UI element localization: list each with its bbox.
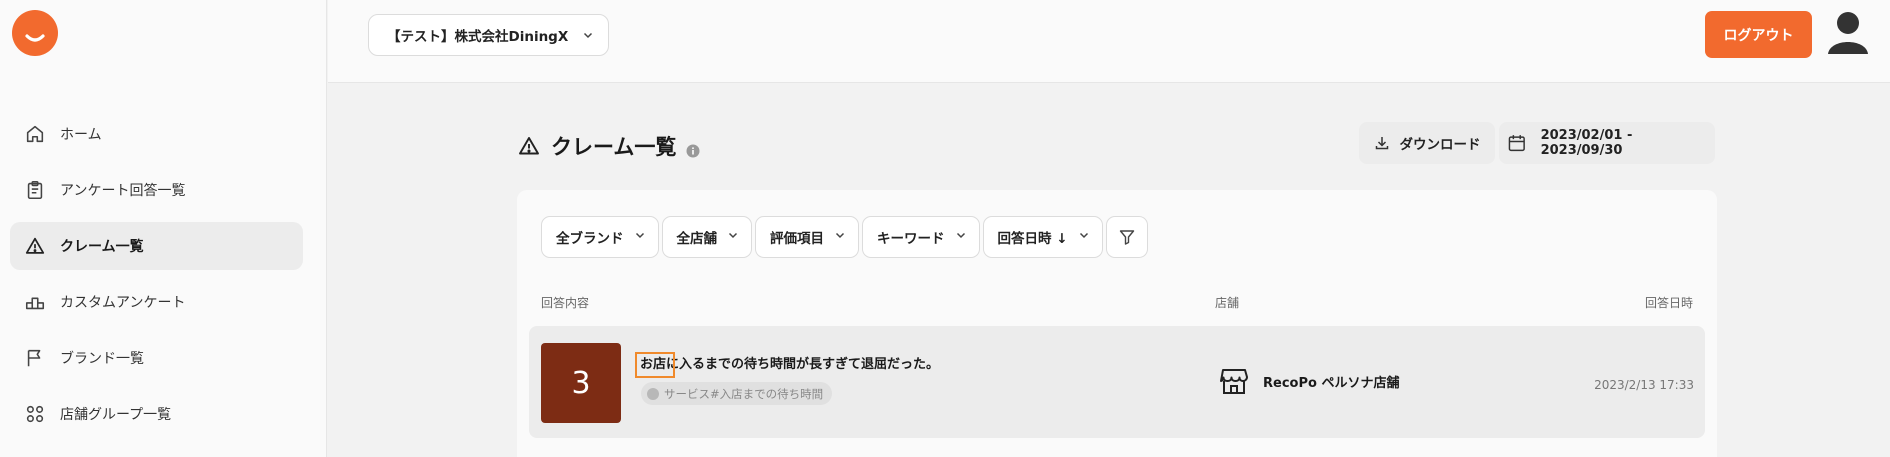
filter-button[interactable]	[1105, 216, 1148, 258]
column-header-store: 店舗	[1215, 296, 1240, 310]
date-range-picker[interactable]: 2023/02/01 - 2023/09/30	[1499, 122, 1715, 164]
warning-icon	[24, 235, 46, 257]
score-badge: 3	[541, 343, 621, 423]
sidebar-item-home[interactable]: ホーム	[10, 110, 303, 158]
column-header-content: 回答内容	[541, 296, 590, 310]
download-icon	[1375, 137, 1388, 150]
page-title-text: クレーム一覧	[551, 135, 677, 159]
table-row[interactable]: 3 お店に入るまでの待ち時間が長すぎて退屈だった。 サービス#入店までの待ち時間…	[529, 326, 1705, 438]
funnel-icon	[1119, 230, 1134, 245]
company-name: 【テスト】株式会社DiningX	[387, 29, 569, 45]
complaints-card: 全ブランド 全店舗 評価項目 キーワード 回答日時 ↓ 回答内容 店舗 回答日時…	[517, 190, 1717, 457]
chevron-down-icon	[727, 229, 739, 245]
sidebar-item-label: ブランド一覧	[60, 351, 144, 367]
header: 【テスト】株式会社DiningX ログアウト	[328, 0, 1890, 83]
sidebar-item-custom-survey[interactable]: カスタムアンケート	[10, 278, 303, 326]
store-name: RecoPo ペルソナ店舗	[1263, 375, 1400, 391]
filter-rating-item[interactable]: 評価項目	[755, 216, 859, 258]
sidebar-item-label: ホーム	[60, 127, 102, 143]
sidebar: ホーム アンケート回答一覧 クレーム一覧 カスタムアンケート ブランド一覧 店舗…	[0, 0, 327, 457]
filter-label: キーワード	[877, 231, 945, 247]
chevron-down-icon	[582, 29, 594, 45]
podium-icon	[24, 291, 46, 313]
filter-brand[interactable]: 全ブランド	[541, 216, 659, 258]
warning-icon	[517, 134, 541, 158]
sidebar-item-label: アンケート回答一覧	[60, 183, 186, 199]
chevron-down-icon	[955, 229, 967, 245]
sidebar-nav: ホーム アンケート回答一覧 クレーム一覧 カスタムアンケート ブランド一覧 店舗…	[10, 110, 303, 446]
category-tag-label: サービス#入店までの待ち時間	[664, 386, 824, 401]
chevron-down-icon	[834, 229, 846, 245]
sidebar-item-brands[interactable]: ブランド一覧	[10, 334, 303, 382]
filter-store[interactable]: 全店舗	[661, 216, 752, 258]
comment-text: お店に入るまでの待ち時間が長すぎて退屈だった。	[640, 357, 940, 372]
filter-label: 全店舗	[676, 231, 718, 247]
chevron-down-icon	[634, 229, 646, 245]
app-logo[interactable]	[12, 10, 58, 56]
sidebar-item-label: カスタムアンケート	[60, 295, 186, 311]
download-label: ダウンロード	[1399, 137, 1481, 153]
calendar-icon	[1508, 135, 1525, 152]
grid-icon	[24, 403, 46, 425]
sidebar-item-complaints[interactable]: クレーム一覧	[10, 222, 303, 270]
info-icon[interactable]	[686, 139, 700, 158]
download-button[interactable]: ダウンロード	[1359, 122, 1495, 164]
sidebar-item-survey-responses[interactable]: アンケート回答一覧	[10, 166, 303, 214]
page-title: クレーム一覧	[517, 131, 700, 161]
keyword-highlight	[635, 352, 675, 378]
date-range-label: 2023/02/01 - 2023/09/30	[1540, 128, 1633, 158]
filter-bar: 全ブランド 全店舗 評価項目 キーワード 回答日時 ↓	[541, 216, 1151, 258]
filter-label: 回答日時 ↓	[997, 231, 1068, 247]
response-datetime: 2023/2/13 17:33	[1594, 378, 1694, 392]
home-icon	[24, 123, 46, 145]
column-header-datetime: 回答日時	[1644, 296, 1693, 310]
sidebar-item-store-groups[interactable]: 店舗グループ一覧	[10, 390, 303, 438]
flag-icon	[24, 347, 46, 369]
chevron-down-icon	[1078, 229, 1090, 245]
avatar[interactable]	[1825, 8, 1871, 54]
face-icon	[647, 387, 659, 400]
sidebar-item-label: クレーム一覧	[60, 239, 144, 255]
filter-label: 評価項目	[770, 231, 824, 247]
filter-keyword[interactable]: キーワード	[862, 216, 980, 258]
filter-label: 全ブランド	[556, 231, 624, 247]
sort-by-response-date[interactable]: 回答日時 ↓	[982, 216, 1103, 258]
store-icon	[1220, 369, 1248, 394]
clipboard-icon	[24, 179, 46, 201]
sidebar-item-label: 店舗グループ一覧	[60, 407, 172, 423]
category-tag: サービス#入店までの待ち時間	[641, 382, 833, 405]
logout-button[interactable]: ログアウト	[1705, 11, 1812, 58]
store-cell: RecoPo ペルソナ店舗	[1219, 366, 1399, 396]
company-select[interactable]: 【テスト】株式会社DiningX	[368, 14, 610, 56]
